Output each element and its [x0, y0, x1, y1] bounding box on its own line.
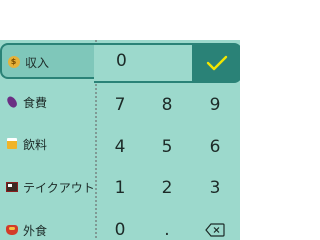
amount-value: 0 — [116, 51, 127, 71]
key-decimal[interactable]: . — [143, 218, 191, 240]
key-2[interactable]: 2 — [143, 176, 191, 200]
key-0[interactable]: 0 — [96, 218, 144, 240]
key-1[interactable]: 1 — [96, 176, 144, 200]
coin-bag-icon: $ — [7, 55, 20, 68]
category-eating-out[interactable]: 外食 — [0, 210, 94, 240]
backspace-button[interactable] — [191, 218, 239, 240]
category-label: 外食 — [23, 224, 48, 238]
category-label: 飲料 — [23, 138, 48, 152]
eggplant-icon — [4, 94, 19, 109]
category-takeout[interactable]: テイクアウト — [0, 167, 95, 207]
category-label: 収入 — [25, 56, 50, 70]
category-label: 食費 — [23, 96, 48, 110]
check-icon — [206, 55, 228, 71]
key-9[interactable]: 9 — [191, 93, 239, 117]
key-6[interactable]: 6 — [191, 135, 239, 159]
category-drinks[interactable]: 飲料 — [0, 124, 94, 164]
confirm-button[interactable] — [192, 43, 240, 83]
category-label: テイクアウト — [23, 181, 95, 195]
key-5[interactable]: 5 — [143, 135, 191, 159]
key-4[interactable]: 4 — [96, 135, 144, 159]
beer-icon — [5, 137, 18, 150]
backspace-icon — [205, 223, 225, 237]
calculator-app: $ 収入 食費 飲料 テイクアウト 外食 0 7 8 9 4 5 6 1 2 3… — [0, 0, 240, 240]
bento-icon — [5, 180, 18, 193]
key-3[interactable]: 3 — [191, 176, 239, 200]
food-icon — [5, 223, 18, 236]
key-7[interactable]: 7 — [96, 93, 144, 117]
category-income[interactable]: $ 収入 — [0, 43, 94, 79]
key-8[interactable]: 8 — [143, 93, 191, 117]
category-food[interactable]: 食費 — [0, 82, 94, 122]
amount-display — [94, 43, 192, 83]
